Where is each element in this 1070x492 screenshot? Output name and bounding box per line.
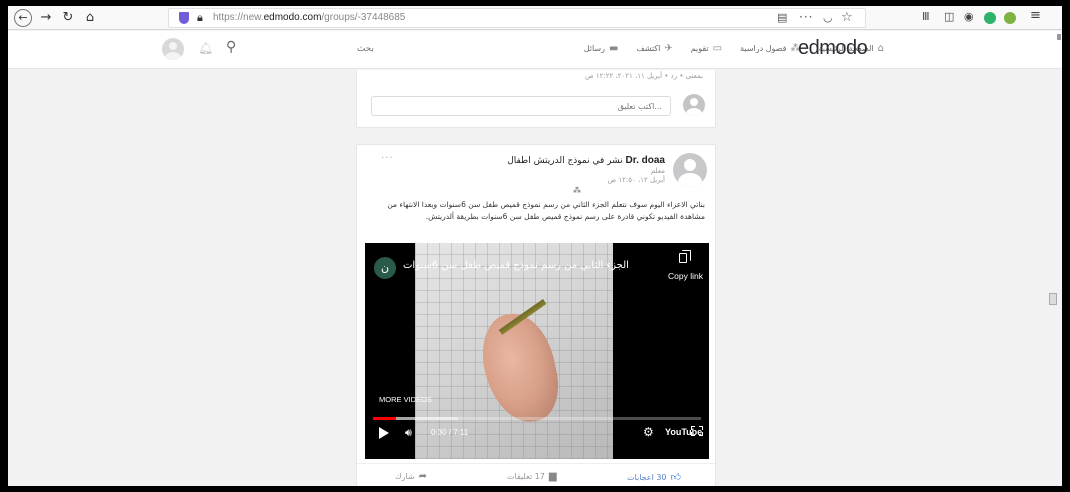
- tracking-shield-icon[interactable]: [179, 12, 189, 24]
- extension-green-icon[interactable]: [984, 12, 996, 24]
- home-nav-icon: ⌂: [877, 43, 884, 54]
- like-button[interactable]: 👍︎ 30 اعجابات: [627, 471, 681, 483]
- user-avatar[interactable]: [162, 38, 184, 60]
- nav-classes[interactable]: ⁂ فصول دراسية: [740, 43, 800, 54]
- comments-label: 17 تعليقات: [507, 472, 545, 481]
- video-time: 0:30 / 7:11: [431, 428, 469, 437]
- post-group-text[interactable]: نشر في نموذج الدريتش اطفال: [507, 156, 622, 166]
- volume-icon[interactable]: 🔊︎: [405, 426, 412, 440]
- post-header: Dr. doaa نشر في نموذج الدريتش اطفال: [507, 155, 665, 166]
- lock-icon[interactable]: 🔒︎: [197, 11, 203, 25]
- copy-link-icon[interactable]: [679, 250, 691, 263]
- edmodo-logo[interactable]: edmodo: [798, 37, 868, 60]
- url-text[interactable]: https://new.edmodo.com/groups/-37448685: [213, 12, 405, 23]
- fullscreen-icon[interactable]: [691, 426, 703, 436]
- url-domain: edmodo.com: [263, 12, 322, 23]
- nav-calendar[interactable]: ▭ تقويم: [691, 43, 722, 54]
- post-body: بناتي الاعزاء اليوم سوف نتعلم الجزء الثا…: [387, 200, 705, 221]
- author-avatar[interactable]: [673, 153, 707, 187]
- video-frame: [415, 243, 613, 459]
- calendar-icon: ▭: [712, 43, 723, 54]
- previous-post-card: بمعنى • رد • أبريل ١١، ٢٠٢١، ١٢:٢٢ ص: [356, 70, 716, 128]
- library-icon[interactable]: Ⅲ: [922, 10, 930, 23]
- video-progress-bar[interactable]: [373, 417, 701, 420]
- browser-toolbar: ← → ↻ ⌂ 🔒︎ https://new.edmodo.com/groups…: [8, 6, 1062, 30]
- post-menu-icon[interactable]: ···: [381, 153, 394, 164]
- messages-icon: ▬: [608, 43, 619, 54]
- comment-input[interactable]: [371, 96, 671, 116]
- search-icon[interactable]: ⚲: [226, 39, 236, 55]
- forward-icon[interactable]: →: [38, 9, 54, 27]
- author-name[interactable]: Dr. doaa: [626, 155, 665, 166]
- discover-icon: ✈︎: [664, 43, 673, 54]
- nav-calendar-label: تقويم: [690, 44, 709, 53]
- share-button[interactable]: ➦ شارك: [395, 471, 427, 482]
- share-label: شارك: [395, 472, 415, 481]
- menu-icon[interactable]: ≡: [1030, 8, 1041, 23]
- reload-icon[interactable]: ↻: [60, 9, 76, 27]
- post-card: ··· Dr. doaa نشر في نموذج الدريتش اطفال …: [356, 144, 716, 486]
- back-icon[interactable]: ←: [14, 9, 32, 27]
- post-actions: ➦ شارك ▆ 17 تعليقات 👍︎ 30 اعجابات: [357, 463, 715, 486]
- reader-view-icon[interactable]: ▤: [777, 11, 787, 24]
- author-role: معلم: [650, 167, 665, 175]
- audience-icon: ⁂: [573, 186, 581, 195]
- video-progress-fill: [373, 417, 396, 420]
- post-date: أبريل ١٢، ١٢:٥٠ ص: [607, 176, 665, 184]
- page-actions-icon[interactable]: ···: [799, 10, 813, 24]
- url-prefix: https://new.: [213, 12, 264, 23]
- thumbs-up-icon: 👍︎: [670, 472, 681, 483]
- account-icon[interactable]: ◉: [964, 10, 974, 23]
- channel-avatar[interactable]: ن: [374, 257, 396, 279]
- url-path: /groups/-37448685: [321, 12, 406, 23]
- search-input[interactable]: [244, 39, 374, 59]
- notification-bell-icon[interactable]: 🔔︎: [198, 41, 213, 55]
- nav-messages[interactable]: ▬ رسائل: [584, 43, 619, 54]
- commenter-avatar: [683, 94, 705, 116]
- nav-classes-label: فصول دراسية: [740, 44, 787, 53]
- feed: بمعنى • رد • أبريل ١١، ٢٠٢١، ١٢:٢٢ ص ···…: [356, 70, 716, 486]
- copy-link-label[interactable]: Copy link: [668, 271, 703, 281]
- comments-button[interactable]: ▆ 17 تعليقات: [507, 471, 557, 482]
- extension-leaf-icon[interactable]: [1004, 12, 1016, 24]
- pocket-icon[interactable]: ◡: [823, 11, 833, 24]
- nav-discover[interactable]: ✈︎ اكتشف: [636, 43, 672, 54]
- play-icon[interactable]: [379, 427, 389, 439]
- nav-discover-label: اكتشف: [636, 44, 661, 53]
- site-header: 🔔︎ ⚲ ⌂الصفحة الرئيسية ⁂فصول دراسية ▭تقوي…: [8, 31, 1062, 69]
- scroll-indicator: [1057, 34, 1061, 40]
- comment-icon: ▆: [548, 471, 557, 482]
- share-icon: ➦: [418, 471, 427, 482]
- url-bar[interactable]: 🔒︎ https://new.edmodo.com/groups/-374486…: [168, 8, 866, 28]
- previous-post-meta: بمعنى • رد • أبريل ١١، ٢٠٢١، ١٢:٢٢ ص: [585, 72, 703, 80]
- video-title[interactable]: الجزء الثاني من رسم نموذج قميص طفل سن 6س…: [403, 260, 629, 271]
- bookmark-star-icon[interactable]: ☆: [841, 10, 853, 25]
- youtube-video-player[interactable]: ن الجزء الثاني من رسم نموذج قميص طفل سن …: [365, 243, 709, 459]
- sidebar-icon[interactable]: ◫: [944, 10, 954, 23]
- settings-gear-icon[interactable]: ⚙: [643, 425, 654, 439]
- more-videos-label[interactable]: MORE VIDEOS: [379, 395, 432, 404]
- likes-label: 30 اعجابات: [627, 472, 667, 482]
- browser-window: ← → ↻ ⌂ 🔒︎ https://new.edmodo.com/groups…: [8, 6, 1062, 486]
- home-icon[interactable]: ⌂: [82, 9, 98, 27]
- page-scroll-handle[interactable]: [1049, 293, 1057, 305]
- nav-messages-label: رسائل: [583, 44, 605, 53]
